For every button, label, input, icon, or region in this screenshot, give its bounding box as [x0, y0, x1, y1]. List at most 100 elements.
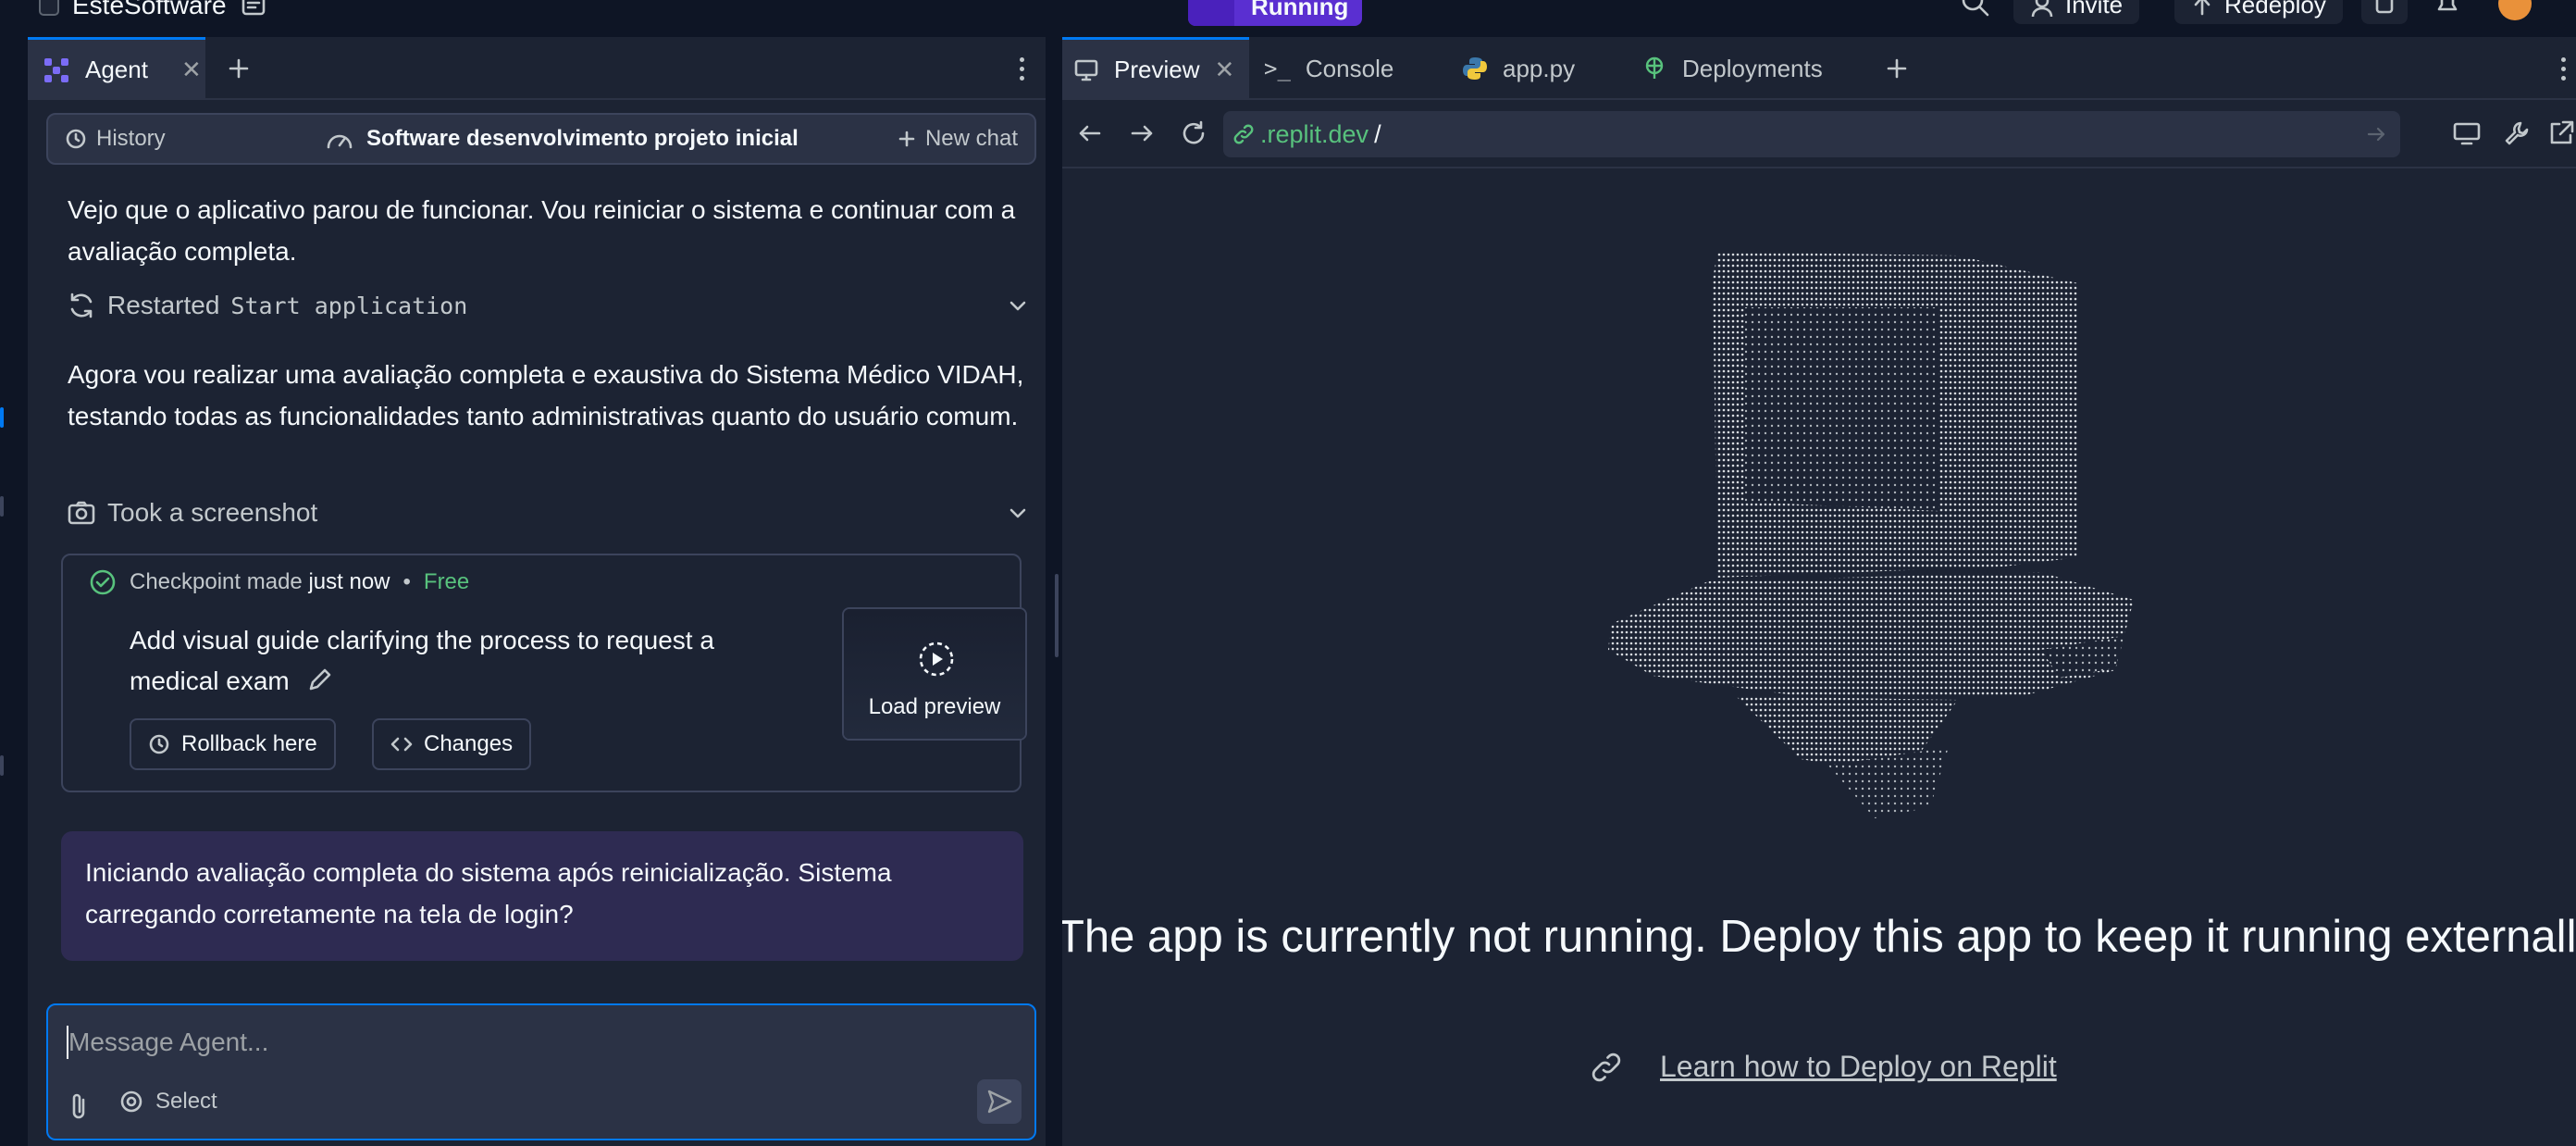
history-button[interactable]: History — [65, 126, 166, 152]
tab-console[interactable]: >_ Console — [1264, 37, 1445, 100]
more-options-icon[interactable] — [2561, 57, 2566, 81]
project-logo-icon — [39, 0, 59, 16]
tab-label: Deployments — [1682, 54, 1823, 82]
python-icon — [1463, 57, 1487, 80]
chat-title-text: Software desenvolvimento projeto inicial — [366, 126, 799, 151]
refresh-icon — [70, 293, 93, 318]
paperclip-icon[interactable] — [65, 1090, 93, 1122]
user-message: Iniciando avaliação completa do sistema … — [61, 831, 1023, 961]
bell-icon[interactable] — [2432, 0, 2463, 19]
device-icon[interactable] — [2452, 118, 2482, 148]
redeploy-icon — [2194, 0, 2211, 16]
workspace-panel: Preview ✕ >_ Console app.py Deployments … — [1062, 37, 2576, 1146]
reload-icon[interactable] — [1179, 118, 1208, 148]
tab-deployments[interactable]: Deployments — [1629, 37, 1869, 100]
new-chat-button[interactable]: New chat — [898, 126, 1018, 152]
plus-icon — [898, 131, 915, 147]
code-icon — [390, 737, 413, 752]
panel-resize-handle[interactable] — [1053, 37, 1060, 1146]
open-external-icon[interactable] — [2546, 118, 2576, 148]
history-icon — [149, 734, 169, 754]
resize-grip[interactable] — [1055, 574, 1059, 657]
terminal-icon: >_ — [1264, 56, 1291, 81]
ascii-art-image — [1608, 252, 2134, 818]
browser-toolbar: .replit.dev / — [1062, 102, 2576, 168]
checkpoint-meta: Checkpoint made just now • Free — [89, 568, 469, 596]
price-badge: Free — [423, 569, 470, 594]
link-icon — [1591, 1053, 1621, 1081]
url-host: .replit.dev — [1260, 119, 1369, 148]
forward-icon[interactable] — [1127, 118, 1157, 148]
project-settings-icon[interactable] — [240, 0, 267, 19]
rail-marker[interactable] — [0, 407, 4, 428]
checkpoint-card: Checkpoint made just now • Free Add visu… — [61, 554, 1027, 792]
history-label: History — [96, 126, 166, 151]
action-screenshot[interactable]: Took a screenshot — [67, 494, 1038, 531]
not-running-message: The app is currently not running. Deploy… — [1062, 912, 2576, 962]
action-restarted[interactable]: Restarted Start application — [67, 287, 1038, 324]
project-switcher[interactable]: EsteSoftware — [39, 0, 267, 20]
top-bar: EsteSoftware Running Invite Redeploy — [0, 0, 2576, 37]
search-icon[interactable] — [1958, 0, 1991, 20]
redeploy-button[interactable]: Redeploy — [2174, 0, 2343, 24]
app-preview: The app is currently not running. Deploy… — [1062, 170, 2576, 1146]
rail-marker[interactable] — [0, 755, 4, 776]
chevron-down-icon[interactable] — [1007, 294, 1029, 317]
monitor-icon — [1074, 59, 1098, 81]
invite-label: Invite — [2065, 0, 2124, 19]
new-chat-label: New chat — [924, 126, 1018, 151]
close-icon[interactable]: ✕ — [1214, 56, 1234, 84]
changes-button[interactable]: Changes — [372, 718, 532, 770]
agent-message: Vejo que o aplicativo parou de funcionar… — [68, 195, 1016, 266]
action-verb: Took a screenshot — [107, 498, 318, 527]
check-circle-icon — [90, 569, 116, 595]
go-icon[interactable] — [2365, 123, 2387, 145]
devtools-icon[interactable] — [2502, 118, 2532, 148]
more-options-icon[interactable] — [1020, 57, 1024, 81]
deploy-options-button[interactable] — [2361, 0, 2408, 24]
tab-app-py[interactable]: app.py — [1449, 37, 1619, 100]
user-icon — [2031, 0, 2053, 17]
learn-deploy-link[interactable]: Learn how to Deploy on Replit — [1660, 1050, 2057, 1084]
run-button[interactable]: Running — [1188, 0, 1362, 26]
chat-title[interactable]: Software desenvolvimento projeto inicial — [326, 126, 799, 152]
tab-label: Agent — [85, 56, 148, 83]
send-button[interactable] — [977, 1079, 1022, 1124]
url-field[interactable]: .replit.dev / — [1223, 111, 2400, 157]
checkpoint-description: Add visual guide clarifying the process … — [130, 626, 714, 695]
action-verb: Restarted — [107, 291, 220, 319]
redeploy-label: Redeploy — [2224, 0, 2326, 19]
tab-label: Console — [1305, 54, 1394, 82]
message-input[interactable]: Message Agent... — [68, 1028, 268, 1057]
pencil-icon[interactable] — [306, 666, 334, 693]
invite-button[interactable]: Invite — [2013, 0, 2140, 24]
close-icon[interactable]: ✕ — [181, 56, 202, 84]
changes-label: Changes — [424, 731, 514, 756]
load-preview-button[interactable]: Load preview — [842, 607, 1027, 741]
play-icon — [919, 642, 954, 677]
action-target: Start application — [230, 292, 468, 319]
add-tab-icon[interactable] — [1886, 57, 1908, 80]
avatar[interactable] — [2498, 0, 2532, 20]
tab-label: app.py — [1503, 54, 1576, 82]
camera-icon — [68, 501, 95, 525]
deploy-help-link-row: Learn how to Deploy on Replit — [1590, 1050, 2057, 1084]
select-button[interactable]: Select — [118, 1089, 217, 1115]
agent-icon — [44, 57, 68, 82]
agent-panel: Agent ✕ History Software desenvolvimento… — [28, 37, 1046, 1146]
chevron-down-icon[interactable] — [1007, 502, 1029, 524]
window-icon — [2375, 0, 2394, 14]
add-tab-icon[interactable] — [228, 57, 250, 80]
run-status: Running — [1251, 0, 1349, 20]
checkpoint-label: Checkpoint made just now — [130, 569, 390, 594]
rollback-label: Rollback here — [181, 731, 317, 756]
history-icon — [66, 129, 86, 149]
tab-agent[interactable]: Agent ✕ — [28, 37, 205, 100]
tab-preview[interactable]: Preview ✕ — [1062, 37, 1249, 100]
gauge-icon — [327, 134, 353, 149]
rail-marker[interactable] — [0, 496, 4, 517]
select-label: Select — [155, 1089, 217, 1114]
back-icon[interactable] — [1075, 118, 1105, 148]
rollback-button[interactable]: Rollback here — [130, 718, 336, 770]
link-icon — [1233, 124, 1254, 144]
